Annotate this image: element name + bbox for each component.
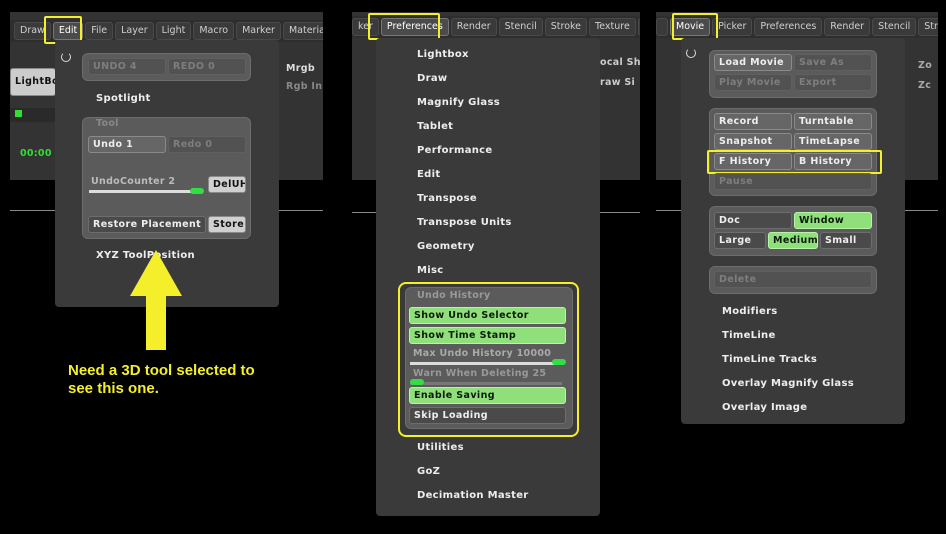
tab-material[interactable]: Material xyxy=(282,22,323,40)
zoom-ctrl-label[interactable]: Zc xyxy=(918,80,931,91)
max-undo-history-slider[interactable] xyxy=(410,362,562,365)
pref-item-magnify-glass[interactable]: Magnify Glass xyxy=(417,97,500,108)
deluh-button[interactable]: DelUH xyxy=(208,176,246,193)
undo-counter-knob[interactable] xyxy=(190,188,204,194)
snapshot-button[interactable]: Snapshot xyxy=(714,133,792,150)
draw-size-label[interactable]: raw Si xyxy=(600,77,635,88)
pref-item-geometry[interactable]: Geometry xyxy=(417,241,475,252)
pref-item-performance[interactable]: Performance xyxy=(417,145,493,156)
time-readout: 00:00 xyxy=(20,148,52,159)
movie-item-overlay-image[interactable]: Overlay Image xyxy=(722,402,807,413)
warn-when-deleting-label: Warn When Deleting 25 xyxy=(413,368,547,379)
export-button[interactable]: Export xyxy=(794,74,872,91)
pref-item-goz[interactable]: GoZ xyxy=(417,466,440,477)
max-undo-history-knob[interactable] xyxy=(552,359,566,365)
load-movie-button[interactable]: Load Movie xyxy=(714,54,792,71)
tool-redo-button[interactable]: Redo 0 xyxy=(168,136,246,153)
pref-item-decimation-master[interactable]: Decimation Master xyxy=(417,490,529,501)
pref-item-draw[interactable]: Draw xyxy=(417,73,447,84)
undo-button[interactable]: UNDO 4 xyxy=(88,58,166,75)
pref-item-misc[interactable]: Misc xyxy=(417,265,443,276)
tool-group-title: Tool xyxy=(96,118,119,129)
store-button[interactable]: Store xyxy=(208,216,246,233)
pause-button[interactable]: Pause xyxy=(714,173,872,190)
undo-history-title: Undo History xyxy=(417,290,491,301)
tab-stencil[interactable]: Stencil xyxy=(498,18,543,36)
pref-item-lightbox[interactable]: Lightbox xyxy=(417,49,469,60)
turntable-button[interactable]: Turntable xyxy=(794,113,872,130)
preferences-palette xyxy=(376,38,600,516)
tab-tool-partial[interactable]: To xyxy=(637,18,640,36)
lightbox-button[interactable]: LightBox xyxy=(10,68,56,96)
tab-light[interactable]: Light xyxy=(155,22,192,40)
window-button[interactable]: Window xyxy=(794,212,872,229)
timelapse-button[interactable]: TimeLapse xyxy=(794,133,872,150)
movie-item-timeline[interactable]: TimeLine xyxy=(722,330,776,341)
refresh-icon-3[interactable] xyxy=(686,48,696,58)
medium-button[interactable]: Medium xyxy=(768,232,818,249)
tab-macro[interactable]: Macro xyxy=(193,22,235,40)
tool-selection-note: Need a 3D tool selected to see this one. xyxy=(68,362,255,397)
tab-render-3[interactable]: Render xyxy=(824,18,871,36)
large-button[interactable]: Large xyxy=(714,232,766,249)
local-symmetry-label[interactable]: ocal Sh xyxy=(600,57,641,68)
warn-when-deleting-slider[interactable] xyxy=(410,382,562,385)
preferences-tab-highlight xyxy=(368,13,440,40)
restore-placement-button[interactable]: Restore Placement xyxy=(88,216,206,233)
record-button[interactable]: Record xyxy=(714,113,792,130)
undo-counter-label: UndoCounter 2 xyxy=(91,176,176,187)
small-button[interactable]: Small xyxy=(820,232,872,249)
tab-picker[interactable]: Picker xyxy=(712,18,753,36)
zoom-label[interactable]: Zo xyxy=(918,60,932,71)
tab-texture[interactable]: Texture xyxy=(589,18,636,36)
tab-layer[interactable]: Layer xyxy=(115,22,154,40)
show-time-stamp-toggle[interactable]: Show Time Stamp xyxy=(409,327,566,344)
warn-when-deleting-knob[interactable] xyxy=(410,379,424,385)
max-undo-history-label: Max Undo History 10000 xyxy=(413,348,552,359)
spotlight-item[interactable]: Spotlight xyxy=(96,93,151,104)
tab-file[interactable]: File xyxy=(85,22,114,40)
doc-button[interactable]: Doc xyxy=(714,212,792,229)
enable-saving-toggle[interactable]: Enable Saving xyxy=(409,387,566,404)
movie-item-modifiers[interactable]: Modifiers xyxy=(722,306,778,317)
pref-item-transpose-units[interactable]: Transpose Units xyxy=(417,217,512,228)
show-undo-selector-toggle[interactable]: Show Undo Selector xyxy=(409,307,566,324)
movie-tab-highlight xyxy=(672,13,718,40)
save-as-button[interactable]: Save As xyxy=(794,54,872,71)
movie-item-timeline-tracks[interactable]: TimeLine Tracks xyxy=(722,354,817,365)
pref-item-transpose[interactable]: Transpose xyxy=(417,193,477,204)
tab-stencil-3[interactable]: Stencil xyxy=(872,18,917,36)
tab-stroke[interactable]: Stroke xyxy=(544,18,588,36)
arrow-up-icon xyxy=(130,250,182,350)
undo-counter-slider[interactable] xyxy=(89,190,201,193)
play-movie-button[interactable]: Play Movie xyxy=(714,74,792,91)
refresh-icon[interactable] xyxy=(61,52,71,62)
tab-preferences-3[interactable]: Preferences xyxy=(754,18,823,36)
tab-render[interactable]: Render xyxy=(450,18,497,36)
mrgb-label[interactable]: Mrgb xyxy=(286,63,315,74)
movie-item-overlay-magnify-glass[interactable]: Overlay Magnify Glass xyxy=(722,378,854,389)
rgb-intensity-label[interactable]: Rgb In xyxy=(286,81,322,92)
tab-blank xyxy=(656,18,668,36)
timeline-marker xyxy=(15,110,22,117)
skip-loading-toggle[interactable]: Skip Loading xyxy=(409,407,566,424)
delete-button[interactable]: Delete xyxy=(714,271,872,288)
pref-item-utilities[interactable]: Utilities xyxy=(417,442,464,453)
history-buttons-highlight xyxy=(707,150,882,174)
redo-button[interactable]: REDO 0 xyxy=(168,58,246,75)
tab-marker[interactable]: Marker xyxy=(236,22,281,40)
pref-item-edit[interactable]: Edit xyxy=(417,169,440,180)
tool-undo-button[interactable]: Undo 1 xyxy=(88,136,166,153)
tab-stroke-3[interactable]: Stro xyxy=(918,18,938,36)
pref-item-tablet[interactable]: Tablet xyxy=(417,121,453,132)
